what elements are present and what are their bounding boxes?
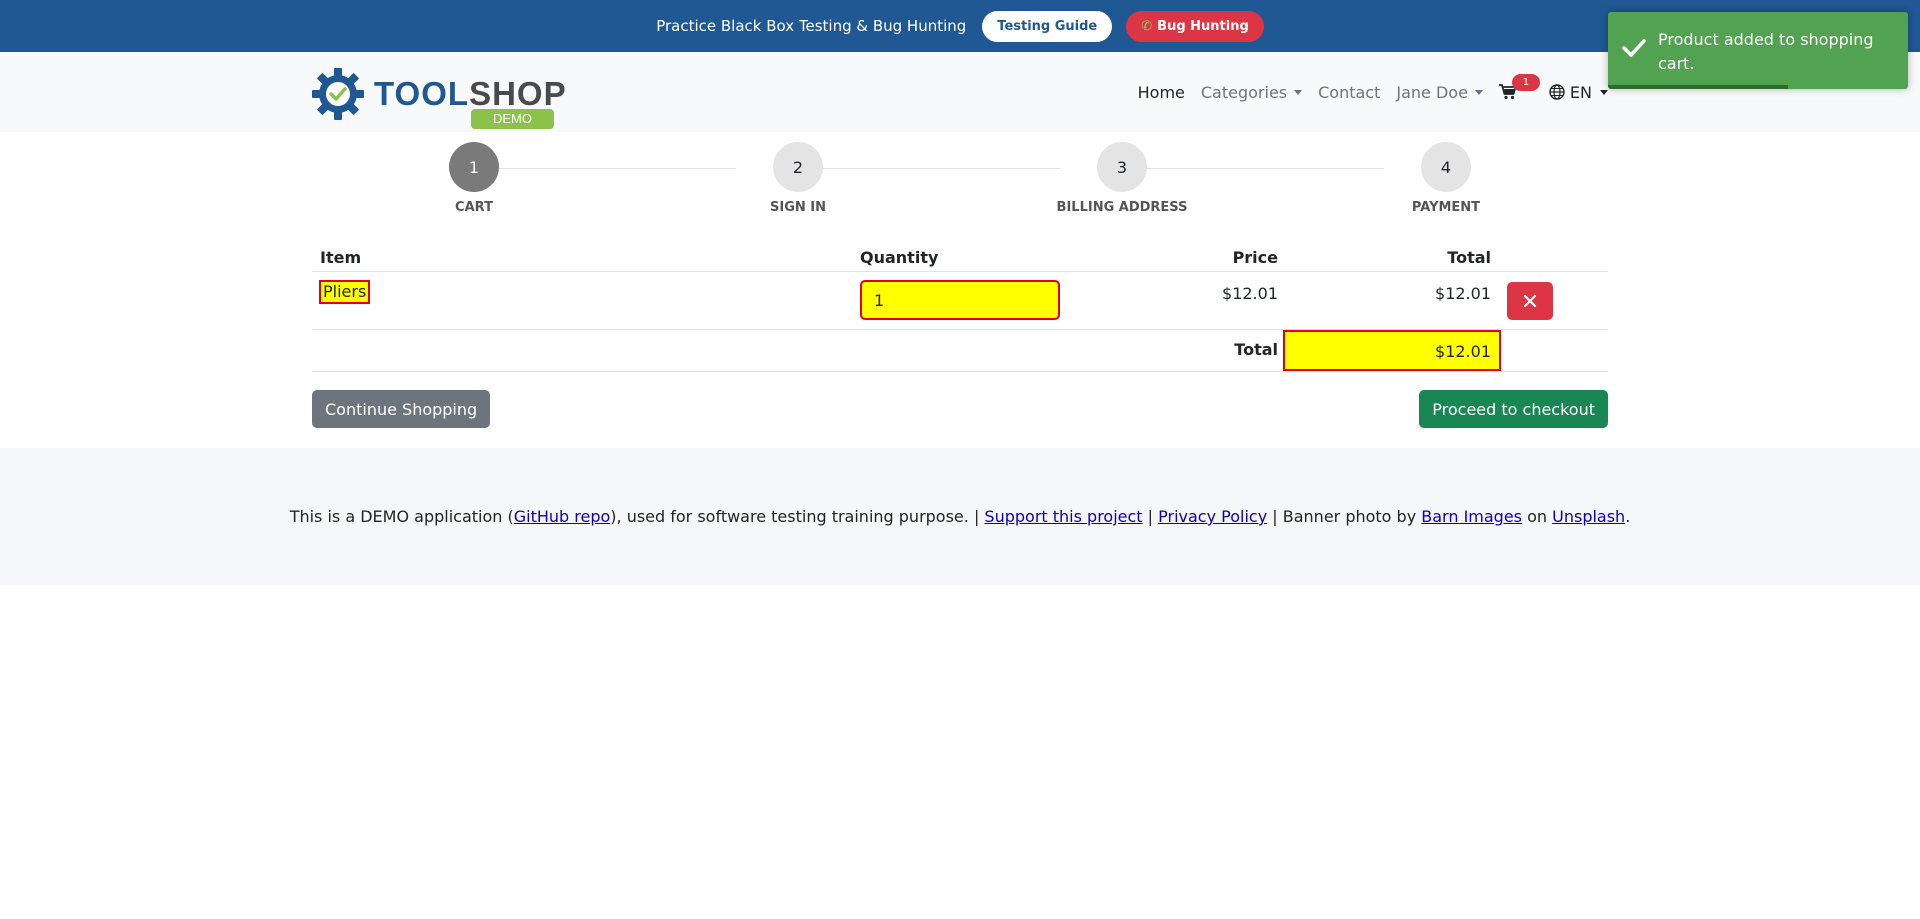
toast-notification[interactable]: Product added to shopping cart. bbox=[1608, 12, 1908, 89]
unsplash-link[interactable]: Unsplash bbox=[1552, 507, 1625, 526]
quantity-input[interactable] bbox=[860, 280, 1060, 320]
main-nav: Home Categories Contact Jane Doe 1 EN bbox=[1138, 52, 1608, 132]
table-footer: Total $12.01 bbox=[312, 330, 1608, 372]
footer-text-part: on bbox=[1522, 507, 1553, 526]
chevron-down-icon bbox=[1600, 89, 1608, 95]
testing-guide-button[interactable]: Testing Guide bbox=[982, 10, 1113, 42]
step-label: BILLING ADDRESS bbox=[1056, 200, 1188, 215]
barn-images-link[interactable]: Barn Images bbox=[1421, 507, 1522, 526]
cart-count-badge: 1 bbox=[1511, 74, 1540, 91]
header-item: Item bbox=[320, 248, 362, 267]
support-project-link[interactable]: Support this project bbox=[984, 507, 1142, 526]
toast-progress-bar bbox=[1608, 85, 1788, 89]
step-sign-in: 2 SIGN IN bbox=[718, 142, 878, 215]
nav-home[interactable]: Home bbox=[1138, 83, 1185, 102]
chevron-down-icon bbox=[1294, 89, 1303, 95]
close-icon bbox=[1523, 294, 1537, 308]
nav-contact[interactable]: Contact bbox=[1318, 83, 1380, 102]
logo-demo-badge: DEMO bbox=[471, 109, 554, 129]
toast-message: Product added to shopping cart. bbox=[1658, 30, 1874, 73]
step-label: SIGN IN bbox=[770, 200, 826, 215]
footer-text-part: ), used for software testing training pu… bbox=[610, 507, 985, 526]
cart-total-label: Total bbox=[1234, 340, 1278, 359]
logo-wordmark: TOOLSHOP bbox=[374, 75, 567, 113]
github-repo-link[interactable]: GitHub repo bbox=[514, 507, 611, 526]
remove-item-button[interactable] bbox=[1507, 282, 1553, 320]
footer-text-part: This is a DEMO application ( bbox=[289, 507, 514, 526]
nav-user-label: Jane Doe bbox=[1396, 82, 1468, 102]
checkmark-icon bbox=[1622, 39, 1646, 57]
footer-text-part: . bbox=[1625, 507, 1631, 526]
product-name: Pliers bbox=[319, 280, 371, 304]
footer-text-part: | bbox=[1142, 507, 1159, 526]
cart-actions: Continue Shopping Proceed to checkout bbox=[312, 372, 1608, 432]
step-label: PAYMENT bbox=[1411, 200, 1481, 215]
continue-shopping-button[interactable]: Continue Shopping bbox=[312, 390, 491, 428]
logo-tool-text: TOOL bbox=[374, 75, 470, 112]
banner-text: Practice Black Box Testing & Bug Hunting bbox=[656, 17, 967, 35]
header-quantity: Quantity bbox=[860, 248, 939, 267]
step-billing-address: 3 BILLING ADDRESS bbox=[1042, 142, 1202, 215]
step-payment: 4 PAYMENT bbox=[1366, 142, 1526, 215]
footer: This is a DEMO application (GitHub repo)… bbox=[0, 448, 1920, 585]
globe-icon bbox=[1549, 84, 1565, 100]
nav-cart[interactable]: 1 bbox=[1498, 74, 1540, 102]
header-price: Price bbox=[1232, 248, 1278, 267]
nav-categories-label: Categories bbox=[1200, 82, 1288, 102]
logo-shop-text: SHOP bbox=[469, 75, 567, 112]
language-selector[interactable]: EN bbox=[1549, 83, 1608, 102]
footer-text: This is a DEMO application (GitHub repo)… bbox=[290, 507, 1631, 526]
table-row: Pliers $12.01 $12.01 bbox=[312, 272, 1608, 330]
step-label: CART bbox=[455, 200, 493, 215]
gear-logo-icon bbox=[312, 68, 364, 120]
toolshop-logo[interactable]: TOOLSHOP DEMO bbox=[310, 64, 566, 129]
phone-icon: ✆ bbox=[1141, 18, 1153, 34]
step-cart: 1 CART bbox=[394, 142, 554, 215]
nav-categories[interactable]: Categories bbox=[1200, 82, 1303, 102]
line-total: $12.01 bbox=[1435, 284, 1491, 303]
footer-text-part: | Banner photo by bbox=[1267, 507, 1422, 526]
table-header: Item Quantity Price Total bbox=[312, 240, 1608, 272]
nav-user-menu[interactable]: Jane Doe bbox=[1396, 83, 1483, 102]
proceed-to-checkout-button[interactable]: Proceed to checkout bbox=[1419, 390, 1608, 428]
chevron-down-icon bbox=[1474, 89, 1483, 95]
bug-hunting-label: Bug Hunting bbox=[1157, 18, 1249, 34]
step-number: 4 bbox=[1421, 142, 1471, 192]
language-label: EN bbox=[1569, 82, 1592, 102]
checkout-stepper: 1 CART 2 SIGN IN 3 BILLING ADDRESS 4 PAY… bbox=[312, 132, 1608, 240]
privacy-policy-link[interactable]: Privacy Policy bbox=[1158, 507, 1267, 526]
step-number: 2 bbox=[773, 142, 823, 192]
bug-hunting-button[interactable]: ✆ Bug Hunting bbox=[1126, 10, 1264, 42]
header-total: Total bbox=[1447, 248, 1491, 267]
product-price: $12.01 bbox=[1222, 284, 1278, 303]
cart-table: Item Quantity Price Total Pliers $12.01 … bbox=[312, 240, 1608, 372]
step-number: 1 bbox=[449, 142, 499, 192]
cart-total-value: $12.01 bbox=[1283, 330, 1501, 371]
step-number: 3 bbox=[1097, 142, 1147, 192]
